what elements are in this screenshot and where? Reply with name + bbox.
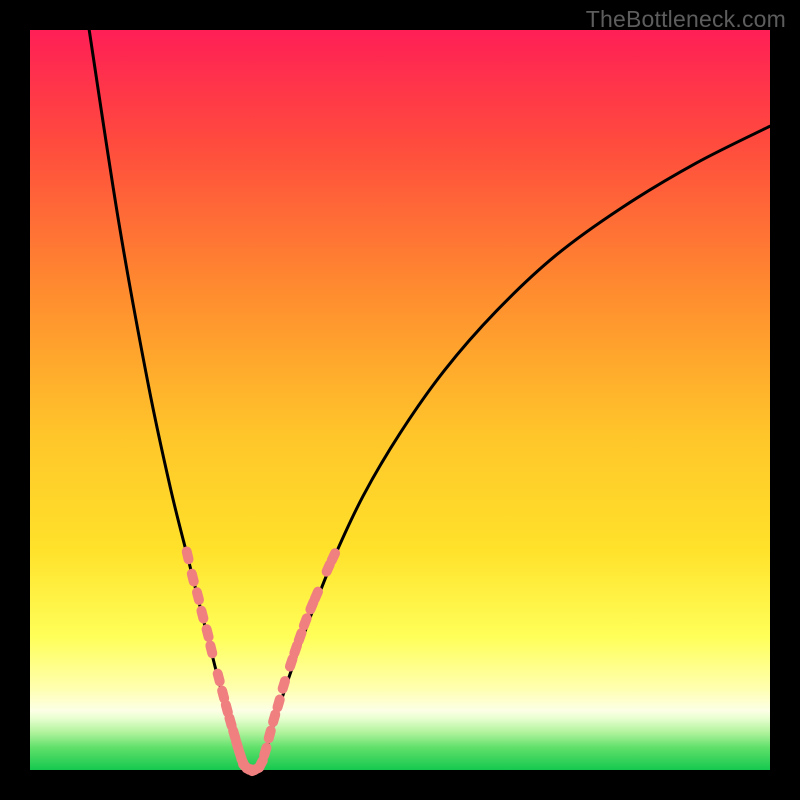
chart-plot-bg <box>30 30 770 770</box>
watermark-text: TheBottleneck.com <box>586 6 786 33</box>
chart-svg <box>0 0 800 800</box>
chart-container: TheBottleneck.com <box>0 0 800 800</box>
